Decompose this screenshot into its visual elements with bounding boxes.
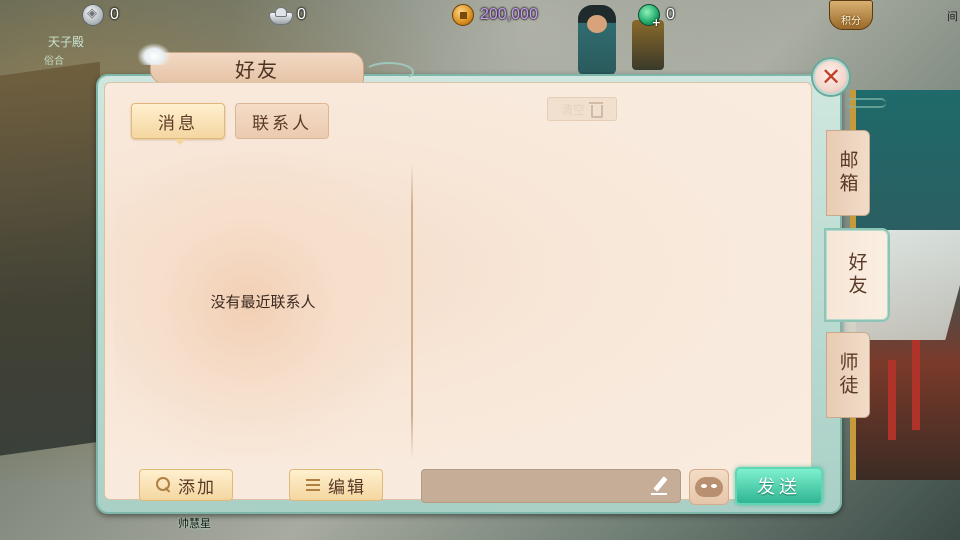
list-icon [306,478,322,492]
npc-name-label: 帅慧星 [178,517,211,530]
add-label: 添加 [178,477,216,498]
friends-dialog: 好友 消息 联系人 清空 没有最近联系人 添加 编辑 发送 邮箱 好友 师徒 ✕ [96,43,888,514]
resource-bar: 0 0 200,000 0 积分 [0,0,960,30]
clear-chat-button[interactable]: 清空 [547,97,617,121]
dialog-content: 消息 联系人 清空 没有最近联系人 添加 编辑 发送 [104,82,823,505]
dialog-title-tab: 好友 [137,43,364,84]
dialog-title: 好友 [235,57,279,82]
pen-icon [650,476,670,496]
tab-messages-label: 消息 [158,113,198,134]
tab-contacts-label: 联系人 [252,113,312,134]
resource-silver[interactable]: 0 [82,4,119,26]
cloud-swirl-ornament [364,62,414,82]
edit-label: 编辑 [328,477,366,498]
add-friend-button[interactable]: 添加 [139,469,233,501]
scene-pillar [912,340,920,430]
resource-jade[interactable]: 0 [638,4,675,29]
scene-location-label: 天子殿 [48,35,85,49]
lotus-ornament-icon [137,43,171,65]
edit-button[interactable]: 编辑 [289,469,383,501]
emoji-icon [695,477,723,497]
close-icon: ✕ [820,63,842,91]
resource-ingot[interactable]: 0 [269,4,306,26]
close-button[interactable]: ✕ [813,59,849,95]
ingot-amount: 0 [297,6,306,23]
scene-location-sublabel: 俗合 [44,56,64,67]
side-tab-mail[interactable]: 邮箱 [826,130,870,216]
points-button[interactable]: 积分 [829,0,873,30]
silver-amount: 0 [110,6,119,23]
tab-contacts[interactable]: 联系人 [235,103,329,139]
silver-ingot-icon [269,4,293,26]
scene-roof-left [0,61,100,459]
side-tab-ornament [846,98,886,108]
recent-contacts-list: 没有最近联系人 [115,151,411,457]
silver-coin-icon [82,4,104,26]
chat-input-box[interactable] [421,469,681,503]
jade-amount: 0 [666,6,675,23]
side-tab-mail-label: 邮箱 [836,150,859,196]
send-label: 发送 [757,477,801,498]
side-tab-friends-label: 好友 [845,252,868,298]
tab-messages[interactable]: 消息 [131,103,225,145]
search-icon [156,477,172,493]
panel-divider [411,163,413,459]
copper-amount: 200,000 [480,6,538,23]
resource-copper[interactable]: 200,000 [452,4,538,26]
send-button[interactable]: 发送 [735,467,823,505]
scene-pillar [888,360,896,440]
points-label: 积分 [841,16,861,27]
side-tab-friends[interactable]: 好友 [826,230,888,320]
chat-input[interactable] [428,474,648,498]
jade-add-icon [638,4,661,29]
side-tab-mentor[interactable]: 师徒 [826,332,870,418]
clear-label: 清空 [560,102,585,117]
copper-coin-icon [452,4,474,26]
side-tab-mentor-label: 师徒 [836,352,859,398]
trash-icon [589,101,603,118]
emoji-button[interactable] [689,469,729,505]
empty-contacts-message: 没有最近联系人 [210,293,316,311]
